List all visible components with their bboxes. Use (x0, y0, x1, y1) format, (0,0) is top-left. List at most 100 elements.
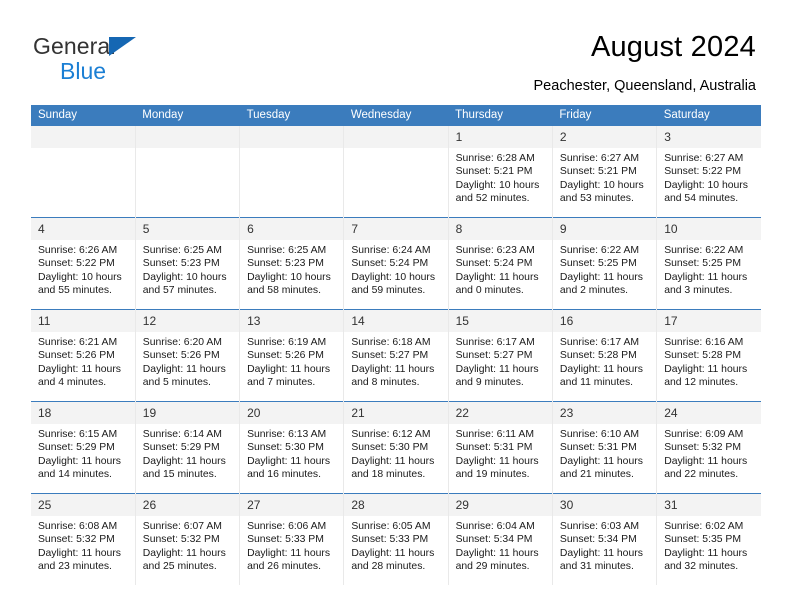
calendar-day-cell[interactable]: 23 Sunrise: 6:10 AM Sunset: 5:31 PM Dayligh… (552, 401, 658, 494)
sunrise-time: Sunrise: 6:06 AM (247, 521, 327, 532)
calendar-day-cell[interactable]: 28 Sunrise: 6:05 AM Sunset: 5:33 PM Dayligh… (343, 493, 449, 585)
day-details: Sunrise: 6:17 AM Sunset: 5:28 PM Daylight:… (553, 332, 656, 390)
calendar-day-cell[interactable]: 10 Sunrise: 6:22 AM Sunset: 5:25 PM Dayligh… (656, 217, 761, 310)
calendar-day-cell[interactable]: 25 Sunrise: 6:08 AM Sunset: 5:32 PM Dayligh… (31, 493, 136, 585)
weekday-header-thursday: Thursday (448, 105, 553, 126)
day-number: 2 (552, 126, 657, 148)
daylight-duration-line2: and 53 minutes. (559, 193, 634, 205)
sunset-time: Sunset: 5:35 PM (664, 534, 742, 546)
calendar-day-cell[interactable]: 18 Sunrise: 6:15 AM Sunset: 5:29 PM Dayligh… (31, 401, 136, 494)
calendar-day-cell[interactable]: 13 Sunrise: 6:19 AM Sunset: 5:26 PM Dayligh… (239, 309, 345, 402)
day-details: Sunrise: 6:12 AM Sunset: 5:30 PM Daylight:… (344, 424, 447, 482)
day-number: 26 (135, 494, 240, 516)
daylight-duration-line1: Daylight: 11 hours (142, 455, 226, 467)
daylight-duration-line2: and 8 minutes. (351, 377, 420, 389)
day-details: Sunrise: 6:17 AM Sunset: 5:27 PM Daylight:… (449, 332, 552, 390)
daylight-duration-line2: and 14 minutes. (38, 469, 112, 481)
calendar-day-cell[interactable]: 8 Sunrise: 6:23 AM Sunset: 5:24 PM Daylight… (448, 217, 553, 310)
weekday-header-row: Sunday Monday Tuesday Wednesday Thursday… (31, 105, 761, 126)
daylight-duration-line2: and 28 minutes. (351, 561, 426, 573)
calendar-day-cell[interactable]: 31 Sunrise: 6:02 AM Sunset: 5:35 PM Dayligh… (656, 493, 761, 585)
calendar-day-cell[interactable]: 7 Sunrise: 6:24 AM Sunset: 5:24 PM Daylight… (343, 217, 449, 310)
daylight-duration-line1: Daylight: 11 hours (559, 455, 643, 467)
calendar-week-row: 18 Sunrise: 6:15 AM Sunset: 5:29 PM Dayligh… (31, 401, 761, 494)
daylight-duration-line1: Daylight: 11 hours (455, 547, 539, 559)
day-number: 15 (448, 310, 552, 332)
calendar-week-row: 4 Sunrise: 6:26 AM Sunset: 5:22 PM Daylight… (31, 217, 761, 310)
calendar-day-cell[interactable]: 6 Sunrise: 6:25 AM Sunset: 5:23 PM Daylight… (239, 217, 345, 310)
daylight-duration-line2: and 22 minutes. (664, 469, 739, 481)
daylight-duration-line2: and 31 minutes. (559, 561, 634, 573)
daylight-duration-line1: Daylight: 10 hours (664, 179, 748, 191)
calendar-day-cell[interactable]: 1 Sunrise: 6:28 AM Sunset: 5:21 PM Daylight… (448, 126, 553, 218)
day-details: Sunrise: 6:25 AM Sunset: 5:23 PM Daylight:… (136, 240, 239, 298)
day-number: 3 (657, 126, 761, 148)
day-number: 28 (344, 494, 448, 516)
day-number: 12 (135, 310, 240, 332)
sunrise-time: Sunrise: 6:17 AM (455, 337, 535, 348)
day-number: 20 (240, 402, 344, 424)
calendar-day-cell[interactable]: 19 Sunrise: 6:14 AM Sunset: 5:29 PM Dayligh… (135, 401, 241, 494)
sunrise-time: Sunrise: 6:25 AM (247, 245, 327, 256)
calendar-day-cell[interactable]: 21 Sunrise: 6:12 AM Sunset: 5:30 PM Dayligh… (343, 401, 449, 494)
sunset-time: Sunset: 5:34 PM (455, 534, 533, 546)
calendar-day-cell[interactable]: 16 Sunrise: 6:17 AM Sunset: 5:28 PM Dayligh… (552, 309, 658, 402)
calendar-day-cell-empty (239, 126, 345, 218)
sunrise-time: Sunrise: 6:08 AM (38, 521, 118, 532)
weekday-header-sunday: Sunday (31, 105, 136, 126)
calendar-day-cell[interactable]: 29 Sunrise: 6:04 AM Sunset: 5:34 PM Dayligh… (448, 493, 553, 585)
day-number: 10 (657, 218, 761, 240)
sunrise-time: Sunrise: 6:04 AM (455, 521, 535, 532)
daylight-duration-line2: and 57 minutes. (142, 285, 217, 297)
day-number (135, 126, 240, 148)
sunrise-time: Sunrise: 6:22 AM (559, 245, 640, 256)
daylight-duration-line2: and 4 minutes. (38, 377, 107, 389)
calendar-day-cell[interactable]: 3 Sunrise: 6:27 AM Sunset: 5:22 PM Daylight… (656, 126, 761, 218)
daylight-duration-line2: and 18 minutes. (351, 469, 426, 481)
sunrise-time: Sunrise: 6:23 AM (455, 245, 535, 256)
daylight-duration-line2: and 0 minutes. (455, 285, 524, 297)
calendar-day-cell[interactable]: 30 Sunrise: 6:03 AM Sunset: 5:34 PM Dayligh… (552, 493, 658, 585)
day-number: 16 (552, 310, 657, 332)
calendar-week-row: 11 Sunrise: 6:21 AM Sunset: 5:26 PM Dayligh… (31, 309, 761, 402)
day-details: Sunrise: 6:18 AM Sunset: 5:27 PM Daylight:… (344, 332, 447, 390)
calendar-day-cell[interactable]: 27 Sunrise: 6:06 AM Sunset: 5:33 PM Dayligh… (239, 493, 345, 585)
daylight-duration-line1: Daylight: 11 hours (559, 547, 643, 559)
day-details: Sunrise: 6:20 AM Sunset: 5:26 PM Daylight:… (136, 332, 239, 390)
day-number (31, 126, 135, 148)
calendar-day-cell[interactable]: 11 Sunrise: 6:21 AM Sunset: 5:26 PM Dayligh… (31, 309, 136, 402)
sunrise-time: Sunrise: 6:15 AM (38, 429, 118, 440)
daylight-duration-line2: and 23 minutes. (38, 561, 112, 573)
sunrise-time: Sunrise: 6:27 AM (664, 153, 744, 164)
calendar-day-cell[interactable]: 12 Sunrise: 6:20 AM Sunset: 5:26 PM Dayligh… (135, 309, 241, 402)
calendar-day-cell[interactable]: 4 Sunrise: 6:26 AM Sunset: 5:22 PM Daylight… (31, 217, 136, 310)
day-number: 9 (552, 218, 657, 240)
day-details: Sunrise: 6:03 AM Sunset: 5:34 PM Daylight:… (553, 516, 656, 574)
calendar-day-cell[interactable]: 5 Sunrise: 6:25 AM Sunset: 5:23 PM Daylight… (135, 217, 241, 310)
calendar-day-cell[interactable]: 22 Sunrise: 6:11 AM Sunset: 5:31 PM Dayligh… (448, 401, 553, 494)
calendar-day-cell[interactable]: 2 Sunrise: 6:27 AM Sunset: 5:21 PM Daylight… (552, 126, 658, 218)
brand-logo[interactable]: General Blue (33, 35, 233, 83)
sunset-time: Sunset: 5:33 PM (351, 534, 429, 546)
daylight-duration-line1: Daylight: 11 hours (664, 363, 748, 375)
calendar-day-cell[interactable]: 15 Sunrise: 6:17 AM Sunset: 5:27 PM Dayligh… (448, 309, 553, 402)
sunset-time: Sunset: 5:31 PM (559, 442, 637, 454)
calendar-day-cell[interactable]: 24 Sunrise: 6:09 AM Sunset: 5:32 PM Dayligh… (656, 401, 761, 494)
calendar-day-cell[interactable]: 20 Sunrise: 6:13 AM Sunset: 5:30 PM Dayligh… (239, 401, 345, 494)
sunset-time: Sunset: 5:22 PM (38, 258, 115, 270)
calendar-day-cell[interactable]: 9 Sunrise: 6:22 AM Sunset: 5:25 PM Daylight… (552, 217, 658, 310)
calendar-day-cell[interactable]: 26 Sunrise: 6:07 AM Sunset: 5:32 PM Dayligh… (135, 493, 241, 585)
daylight-duration-line2: and 29 minutes. (455, 561, 530, 573)
sunrise-time: Sunrise: 6:27 AM (559, 153, 640, 164)
calendar-day-cell[interactable]: 17 Sunrise: 6:16 AM Sunset: 5:28 PM Dayligh… (656, 309, 761, 402)
day-details: Sunrise: 6:16 AM Sunset: 5:28 PM Daylight:… (657, 332, 761, 390)
daylight-duration-line1: Daylight: 11 hours (455, 455, 539, 467)
weekday-header-monday: Monday (135, 105, 240, 126)
sunrise-time: Sunrise: 6:09 AM (664, 429, 744, 440)
day-number (240, 126, 344, 148)
sunset-time: Sunset: 5:31 PM (455, 442, 533, 454)
calendar-day-cell[interactable]: 14 Sunrise: 6:18 AM Sunset: 5:27 PM Dayligh… (343, 309, 449, 402)
daylight-duration-line1: Daylight: 11 hours (351, 455, 435, 467)
brand-logo-bottom-text: Blue (60, 58, 107, 84)
day-details: Sunrise: 6:25 AM Sunset: 5:23 PM Daylight:… (240, 240, 343, 298)
